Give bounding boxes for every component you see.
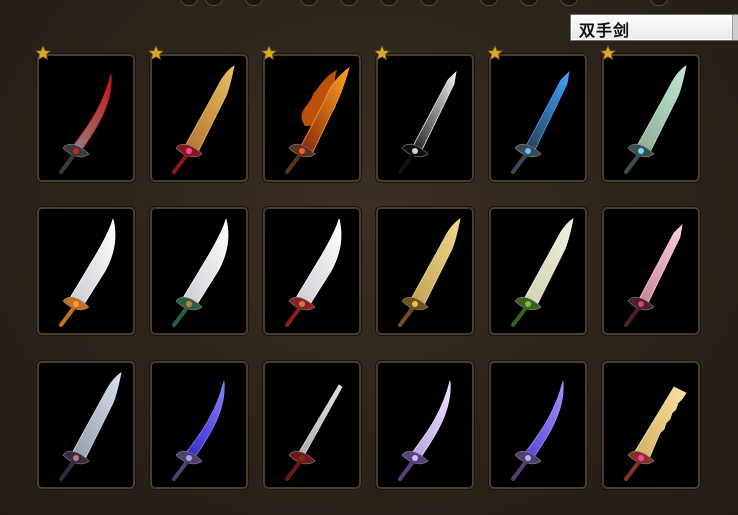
weapon-slot[interactable] [376, 54, 474, 182]
weapon-slot[interactable] [150, 361, 248, 489]
crimson-scimitar-icon [59, 73, 112, 174]
weapon-slot[interactable] [602, 54, 700, 182]
shadow-blade-icon [398, 70, 457, 174]
amber-greatsword-icon [398, 218, 461, 327]
weapon-slot[interactable] [37, 361, 135, 489]
weapon-slot[interactable] [489, 207, 587, 335]
crimson-cleaver-icon [285, 218, 342, 327]
inferno-blade-icon [285, 66, 350, 174]
flame-gold-greatsword-icon [172, 65, 235, 174]
rose-crystal-blade-icon [624, 223, 683, 327]
steel-demon-blade-icon [59, 372, 122, 481]
emerald-greatsword-icon [511, 218, 574, 327]
weapon-slot[interactable] [489, 54, 587, 182]
weapon-slot[interactable] [263, 207, 361, 335]
verdant-cleaver-icon [172, 218, 229, 327]
weapon-grid [0, 0, 738, 515]
indigo-scimitar-icon [511, 380, 564, 481]
weapon-slot[interactable] [602, 207, 700, 335]
violet-scimitar-icon [172, 380, 225, 481]
katana-icon [285, 384, 343, 481]
weapon-slot[interactable] [489, 361, 587, 489]
jade-spirit-blade-icon [624, 65, 687, 174]
weapon-slot[interactable] [263, 54, 361, 182]
golden-cleaver-icon [59, 218, 116, 327]
weapon-slot[interactable] [602, 361, 700, 489]
weapon-slot[interactable] [150, 207, 248, 335]
weapon-slot[interactable] [37, 54, 135, 182]
weapon-slot[interactable] [376, 361, 474, 489]
weapon-slot[interactable] [376, 207, 474, 335]
golden-sawblade-icon [624, 386, 687, 481]
azure-runesword-icon [511, 70, 570, 174]
weapon-slot[interactable] [150, 54, 248, 182]
amethyst-scimitar-icon [398, 380, 451, 481]
weapon-slot[interactable] [263, 361, 361, 489]
weapon-slot[interactable] [37, 207, 135, 335]
